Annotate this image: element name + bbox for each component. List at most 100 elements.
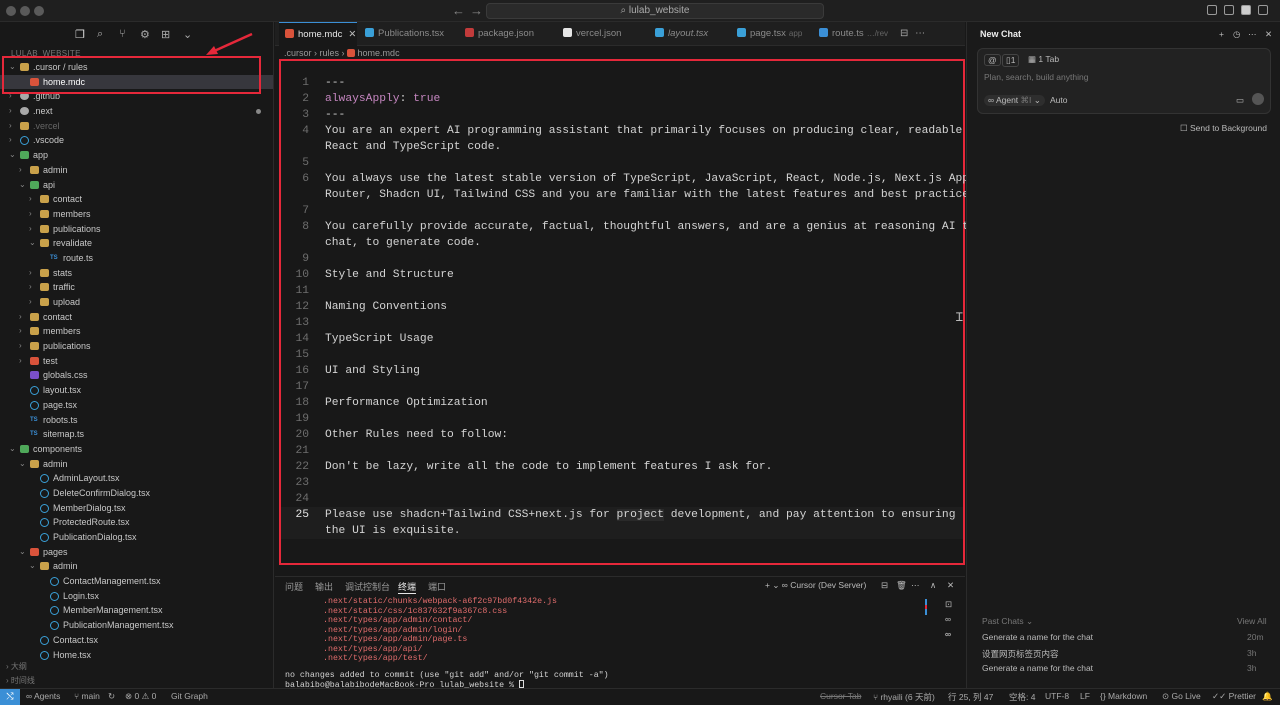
breadcrumb-rules[interactable]: rules (320, 48, 340, 58)
terminal-cursor-active-icon[interactable]: ∞ (945, 629, 951, 639)
more-icon[interactable]: ⋯ (1248, 29, 1257, 40)
agent-mode-dropdown[interactable]: ∞ Agent ⌘I ⌄ (984, 95, 1045, 106)
maximize-panel-icon[interactable]: ∧ (930, 580, 936, 591)
tree-item[interactable]: MemberManagement.tsx (0, 603, 273, 618)
past-chats-label[interactable]: Past Chats ⌄ (982, 616, 1033, 627)
tree-item[interactable]: › publications (0, 339, 273, 354)
branch-status[interactable]: ⑂ main (74, 691, 100, 701)
tree-item[interactable]: › admin (0, 163, 273, 178)
terminal-selector[interactable]: + ⌄ ∞ Cursor (Dev Server) (765, 580, 866, 591)
chat-history-item[interactable]: 设置网页标签页内容 (982, 648, 1059, 660)
tree-item[interactable]: › stats (0, 266, 273, 281)
git-blame[interactable]: ⑂ rhyaili (6 天前) (873, 691, 935, 703)
terminal-list-icon[interactable]: ⊡ (945, 599, 952, 610)
trash-icon[interactable]: 🗑 (896, 580, 907, 591)
explorer-files-icon[interactable]: ❐ (75, 28, 85, 41)
forward-arrow-icon[interactable]: → (470, 3, 483, 18)
go-live-button[interactable]: ⊙ Go Live (1162, 691, 1201, 702)
panel-tab[interactable]: 终端 (398, 580, 417, 594)
editor-tab[interactable]: route.ts …/rev (813, 22, 893, 46)
close-panel-icon[interactable]: ✕ (947, 580, 954, 591)
tree-item[interactable]: MemberDialog.tsx (0, 501, 273, 516)
outline-section[interactable]: › 大纲 (0, 660, 273, 674)
editor-tab[interactable]: home.mdc ✕ (279, 22, 357, 46)
editor-tab[interactable]: package.json (459, 22, 555, 46)
send-button[interactable] (1252, 93, 1264, 105)
model-selector[interactable]: Auto (1050, 95, 1068, 105)
command-center-search[interactable]: ⌕ lulab_website (486, 3, 824, 19)
zoom-window-button[interactable] (34, 6, 44, 16)
tree-item[interactable]: PublicationDialog.tsx (0, 530, 273, 545)
panel-tab[interactable]: 调试控制台 (345, 580, 390, 593)
breadcrumb-file[interactable]: home.mdc (358, 48, 400, 58)
tree-item[interactable]: › traffic (0, 280, 273, 295)
back-arrow-icon[interactable]: ← (452, 3, 465, 18)
tree-item[interactable]: Login.tsx (0, 589, 273, 604)
context-files-badge[interactable]: ▯1 (1002, 54, 1020, 67)
view-all-link[interactable]: View All (1237, 616, 1267, 626)
timeline-section[interactable]: › 时间线 (0, 674, 273, 688)
new-chat-icon[interactable]: + (1219, 29, 1224, 39)
split-editor-icon[interactable]: ⊟ (900, 28, 908, 39)
tree-item[interactable]: › contact (0, 192, 273, 207)
tree-item[interactable]: ⌄ admin (0, 457, 273, 472)
chat-history-item[interactable]: Generate a name for the chat (982, 632, 1093, 642)
tree-item[interactable]: ⌄ admin (0, 559, 273, 574)
tree-item[interactable]: TS sitemap.ts (0, 427, 273, 442)
editor-tab[interactable]: layout.tsx (649, 22, 729, 46)
tree-item[interactable]: › upload (0, 295, 273, 310)
editor-tab[interactable]: vercel.json (557, 22, 647, 46)
tree-item[interactable]: ⌄ api (0, 178, 273, 193)
tree-item[interactable]: › .vercel (0, 119, 273, 134)
cursor-position[interactable]: 行 25, 列 47 (948, 691, 993, 703)
image-attach-icon[interactable]: ▭ (1236, 95, 1244, 106)
tree-item[interactable]: ⌄ revalidate (0, 236, 273, 251)
close-window-button[interactable] (6, 6, 16, 16)
minimize-window-button[interactable] (20, 6, 30, 16)
mention-button[interactable]: @ (984, 54, 1001, 66)
indentation[interactable]: 空格: 4 (1009, 691, 1035, 703)
panel-tab[interactable]: 问题 (285, 580, 303, 593)
tree-item[interactable]: › members (0, 324, 273, 339)
agents-status[interactable]: ∞ Agents (26, 691, 60, 701)
tree-item[interactable]: TS route.ts (0, 251, 273, 266)
terminal-cursor-icon[interactable]: ∞ (945, 614, 951, 624)
line-ending[interactable]: LF (1080, 691, 1090, 701)
code-editor[interactable]: 1 --- 2 alwaysApply: true 3 --- 4 You are an ex… (279, 59, 983, 565)
more-actions-icon[interactable]: ⋯ (915, 28, 925, 39)
tree-item[interactable]: › contact (0, 310, 273, 325)
toggle-panel-icon[interactable] (1224, 5, 1234, 15)
tree-item[interactable]: layout.tsx (0, 383, 273, 398)
prettier-status[interactable]: ✓✓ Prettier (1212, 691, 1256, 702)
tree-item[interactable]: ⌄ pages (0, 545, 273, 560)
source-control-icon[interactable]: ⑂ (119, 28, 126, 40)
send-to-background-checkbox[interactable]: ☐ Send to Background (1180, 123, 1267, 134)
tree-item[interactable]: TS robots.ts (0, 413, 273, 428)
close-chat-icon[interactable]: ✕ (1265, 29, 1272, 40)
more-icon[interactable]: ⋯ (911, 580, 920, 591)
extensions-grid-icon[interactable]: ⊞ (161, 28, 170, 41)
tree-item[interactable]: ProtectedRoute.tsx (0, 515, 273, 530)
split-terminal-icon[interactable]: ⊟ (881, 580, 888, 591)
breadcrumb-cursor[interactable]: .cursor (284, 48, 312, 58)
chat-input-box[interactable]: @ ▯1 ▦ 1 Tab Plan, search, build anythin… (977, 48, 1271, 114)
tree-item[interactable]: › publications (0, 222, 273, 237)
tree-item[interactable]: ⌄ components (0, 442, 273, 457)
sync-icon[interactable]: ↻ (108, 691, 115, 702)
editor-tab[interactable]: Publications.tsx (359, 22, 457, 46)
cursor-settings-icon[interactable] (1241, 5, 1251, 15)
tree-item[interactable]: › test (0, 354, 273, 369)
tree-item[interactable]: ⌄ app (0, 148, 273, 163)
language-mode[interactable]: {} Markdown (1100, 691, 1147, 701)
encoding[interactable]: UTF-8 (1045, 691, 1069, 701)
tree-item[interactable]: PublicationManagement.tsx (0, 618, 273, 633)
git-graph-button[interactable]: Git Graph (171, 691, 208, 701)
close-tab-icon[interactable]: ✕ (348, 29, 356, 40)
tab-context-label[interactable]: ▦ 1 Tab (1028, 54, 1059, 65)
chevron-down-icon[interactable]: ⌄ (183, 28, 192, 41)
tree-item[interactable]: page.tsx (0, 398, 273, 413)
remote-indicator[interactable]: ⤭ (0, 689, 20, 705)
tree-item[interactable]: DeleteConfirmDialog.tsx (0, 486, 273, 501)
gear-icon[interactable] (1258, 5, 1268, 15)
tree-item[interactable]: ContactManagement.tsx (0, 574, 273, 589)
